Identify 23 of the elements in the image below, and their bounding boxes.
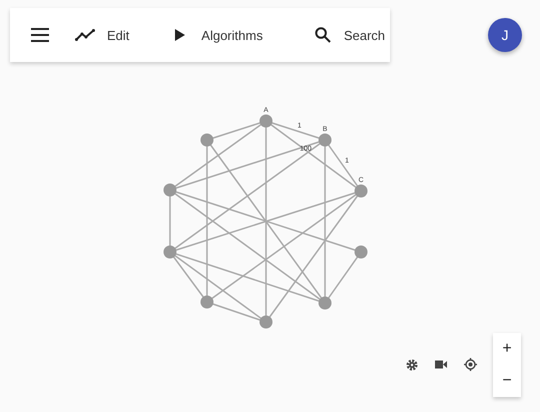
graph-node[interactable] <box>354 184 368 198</box>
play-icon <box>175 29 186 41</box>
toolbar-button[interactable]: Search <box>314 27 386 43</box>
graph-node[interactable] <box>164 184 176 196</box>
video-camera-icon[interactable] <box>435 360 447 369</box>
graph-node[interactable] <box>318 296 332 310</box>
menu-icon[interactable] <box>31 28 49 42</box>
settings-icon[interactable] <box>406 358 418 370</box>
graph-node[interactable] <box>318 134 332 146</box>
zoom-out-button[interactable]: − <box>493 365 521 397</box>
toolbar-button[interactable]: Algorithms <box>175 28 263 42</box>
graph-node[interactable] <box>164 246 176 258</box>
graph-node[interactable] <box>260 316 272 328</box>
target-icon[interactable] <box>464 358 477 371</box>
graph-node[interactable] <box>354 246 368 258</box>
zoom-in-button[interactable]: + <box>493 333 521 365</box>
line-chart-icon <box>75 29 95 41</box>
avatar[interactable]: J <box>488 18 522 52</box>
search-icon <box>314 27 331 43</box>
graph-node[interactable] <box>260 114 272 128</box>
graph-node[interactable] <box>200 134 214 146</box>
graph-node[interactable] <box>200 296 214 308</box>
toolbar-button[interactable]: Edit <box>75 28 130 42</box>
